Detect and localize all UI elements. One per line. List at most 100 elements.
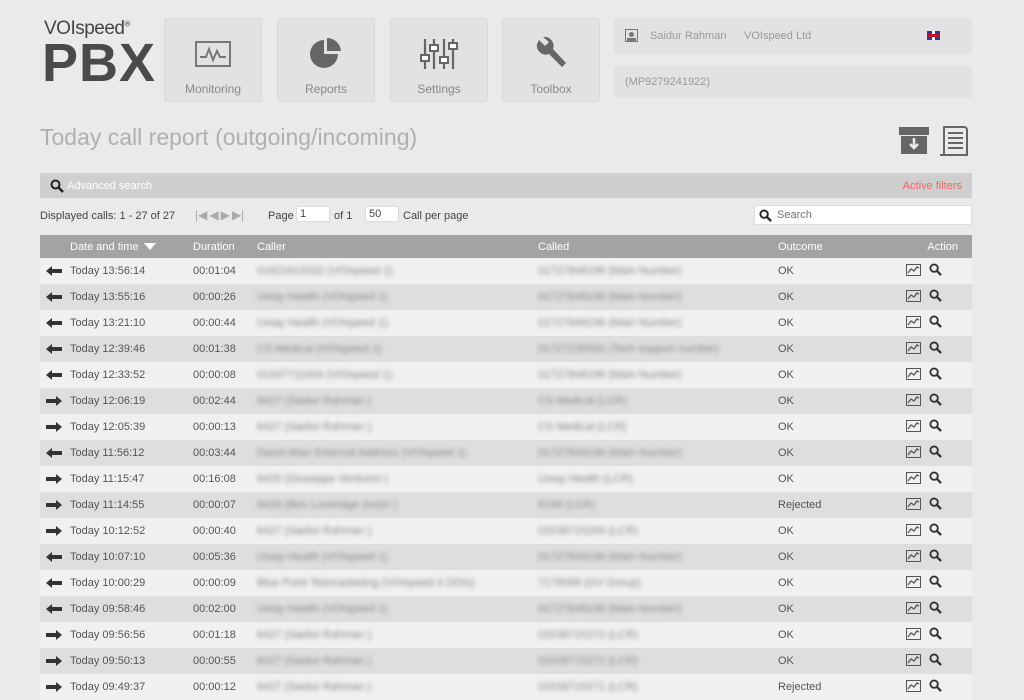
call-detail-search-icon[interactable]: [929, 627, 942, 643]
call-detail-search-icon[interactable]: [929, 263, 942, 279]
table-row[interactable]: Today 09:49:37 00:00:12 6427 (Saidur Rahma…: [40, 674, 972, 700]
page-total-label: of 1: [334, 210, 353, 222]
call-detail-search-icon[interactable]: [929, 289, 942, 305]
call-chart-icon[interactable]: [906, 289, 921, 305]
incoming-arrow-icon: [40, 266, 70, 276]
table-row[interactable]: Today 12:06:19 00:02:44 6427 (Saidur Rahma…: [40, 388, 972, 414]
monitoring-icon: [165, 35, 261, 73]
call-chart-icon[interactable]: [906, 419, 921, 435]
call-chart-icon[interactable]: [906, 523, 921, 539]
table-row[interactable]: Today 10:12:52 00:00:40 6427 (Saidur Rahma…: [40, 518, 972, 544]
table-row[interactable]: Today 09:50:13 00:00:55 6427 (Saidur Rahma…: [40, 648, 972, 674]
called-header[interactable]: Called: [538, 235, 778, 258]
advanced-search-link[interactable]: Advanced search: [67, 180, 152, 192]
table-row[interactable]: Today 12:05:39 00:00:13 6427 (Saidur Rahma…: [40, 414, 972, 440]
prev-page-icon[interactable]: ◀: [209, 208, 218, 222]
uk-flag-icon[interactable]: [927, 31, 940, 40]
direction-cell: [40, 466, 70, 492]
call-detail-search-icon[interactable]: [929, 601, 942, 617]
nav-reports-button[interactable]: Reports: [277, 18, 375, 102]
caller-cell: 01937711004 (VOIspeed 1): [257, 362, 538, 388]
search-icon[interactable]: [50, 179, 64, 196]
action-cell: [896, 648, 972, 674]
first-page-icon[interactable]: |◀: [195, 208, 207, 222]
call-detail-search-icon[interactable]: [929, 549, 942, 565]
duration-cell: 00:00:55: [193, 648, 257, 674]
active-filters-link[interactable]: Active filters: [903, 180, 962, 192]
table-row[interactable]: Today 09:58:46 00:02:00 Uway Health (VOIsp…: [40, 596, 972, 622]
nav-settings-button[interactable]: Settings: [390, 18, 488, 102]
call-detail-search-icon[interactable]: [929, 653, 942, 669]
call-detail-search-icon[interactable]: [929, 367, 942, 383]
outcome-cell: OK: [778, 466, 896, 492]
call-detail-search-icon[interactable]: [929, 445, 942, 461]
page-number-input[interactable]: [296, 206, 330, 222]
call-chart-icon[interactable]: [906, 497, 921, 513]
date-cell: Today 12:39:46: [70, 336, 193, 362]
last-page-icon[interactable]: ▶|: [232, 208, 244, 222]
duration-header[interactable]: Duration: [193, 235, 257, 258]
table-row[interactable]: Today 11:56:12 00:03:44 David Allan Extern…: [40, 440, 972, 466]
duration-cell: 00:16:08: [193, 466, 257, 492]
call-chart-icon[interactable]: [906, 471, 921, 487]
table-row[interactable]: Today 09:56:56 00:01:18 6427 (Saidur Rahma…: [40, 622, 972, 648]
call-chart-icon[interactable]: [906, 679, 921, 695]
caller-value: Uway Health (VOIspeed 1): [257, 551, 388, 563]
table-row[interactable]: Today 10:00:29 00:00:09 Blue Point Telemar…: [40, 570, 972, 596]
incoming-arrow-icon: [40, 344, 70, 354]
nav-toolbox-button[interactable]: Toolbox: [502, 18, 600, 102]
caller-header[interactable]: Caller: [257, 235, 538, 258]
call-chart-icon[interactable]: [906, 393, 921, 409]
table-row[interactable]: Today 13:21:10 00:00:44 Uway Health (VOIsp…: [40, 310, 972, 336]
table-row[interactable]: Today 11:15:47 00:16:08 6420 (Giuseppe Ven…: [40, 466, 972, 492]
call-chart-icon[interactable]: [906, 653, 921, 669]
next-page-icon[interactable]: ▶: [221, 208, 230, 222]
called-value: 01727848196 (Main Number): [538, 291, 682, 303]
called-value: 01727848196 (Main Number): [538, 603, 682, 615]
nav-monitoring-button[interactable]: Monitoring: [164, 18, 262, 102]
call-detail-search-icon[interactable]: [929, 497, 942, 513]
search-input[interactable]: [774, 207, 964, 223]
action-cell: [896, 440, 972, 466]
action-cell: [896, 336, 972, 362]
user-icon: [625, 29, 638, 42]
called-cell: 02038715272 (LCR): [538, 648, 778, 674]
called-cell: 7178098 (GV Group): [538, 570, 778, 596]
table-row[interactable]: Today 13:56:14 00:01:04 01621613332 (VOIsp…: [40, 258, 972, 284]
call-chart-icon[interactable]: [906, 627, 921, 643]
call-chart-icon[interactable]: [906, 341, 921, 357]
caller-cell: 6427 (Saidur Rahman ): [257, 518, 538, 544]
incoming-arrow-icon: [40, 370, 70, 380]
report-list-icon[interactable]: [938, 125, 970, 162]
call-detail-search-icon[interactable]: [929, 471, 942, 487]
call-chart-icon[interactable]: [906, 575, 921, 591]
table-row[interactable]: Today 10:07:10 00:05:36 Uway Health (VOIsp…: [40, 544, 972, 570]
call-detail-search-icon[interactable]: [929, 419, 942, 435]
table-row[interactable]: Today 11:14:55 00:00:07 6428 (Ben Loveridg…: [40, 492, 972, 518]
table-row[interactable]: Today 12:33:52 00:00:08 01937711004 (VOIsp…: [40, 362, 972, 388]
outcome-header[interactable]: Outcome: [778, 235, 896, 258]
called-cell: 01727848196 (Main Number): [538, 284, 778, 310]
calls-per-page-input[interactable]: [365, 206, 399, 222]
call-detail-search-icon[interactable]: [929, 341, 942, 357]
call-chart-icon[interactable]: [906, 263, 921, 279]
call-detail-search-icon[interactable]: [929, 679, 942, 695]
archive-download-icon[interactable]: [898, 125, 930, 162]
call-detail-search-icon[interactable]: [929, 575, 942, 591]
call-chart-icon[interactable]: [906, 315, 921, 331]
direction-cell: [40, 414, 70, 440]
date-cell: Today 10:00:29: [70, 570, 193, 596]
call-chart-icon[interactable]: [906, 367, 921, 383]
table-row[interactable]: Today 13:55:16 00:00:26 Uway Health (VOIsp…: [40, 284, 972, 310]
call-detail-search-icon[interactable]: [929, 523, 942, 539]
call-chart-icon[interactable]: [906, 601, 921, 617]
call-chart-icon[interactable]: [906, 549, 921, 565]
date-header[interactable]: Date and time: [70, 235, 193, 258]
caller-value: Blue Point Telemarketing (VOIspeed 4 DDI…: [257, 577, 475, 589]
call-detail-search-icon[interactable]: [929, 393, 942, 409]
table-row[interactable]: Today 12:39:46 00:01:38 CS Medical (VOIspe…: [40, 336, 972, 362]
call-chart-icon[interactable]: [906, 445, 921, 461]
call-detail-search-icon[interactable]: [929, 315, 942, 331]
incoming-arrow-icon: [40, 292, 70, 302]
nav-settings-label: Settings: [417, 82, 461, 96]
